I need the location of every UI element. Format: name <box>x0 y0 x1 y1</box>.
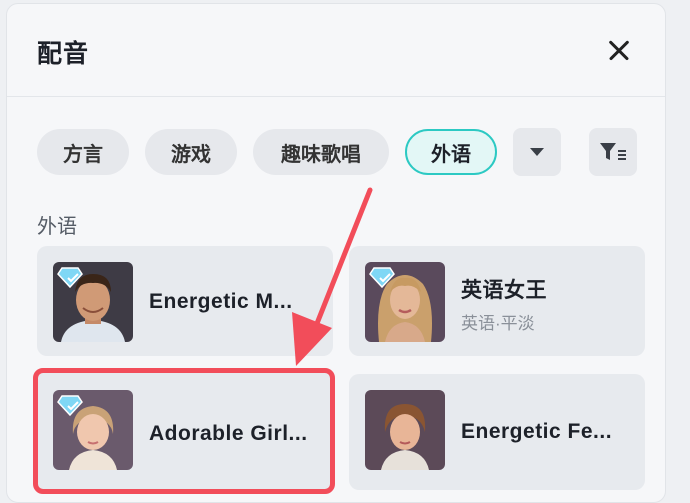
voice-card-adorable-girl[interactable]: Adorable Girl... <box>33 368 335 494</box>
voice-name: Energetic Fe... <box>461 420 613 443</box>
avatar <box>53 390 133 470</box>
voice-name: Energetic M... <box>149 290 293 313</box>
diamond-icon <box>57 267 83 288</box>
section-label: 外语 <box>37 216 77 238</box>
tab-foreign-language[interactable]: 外语 <box>405 129 497 175</box>
voice-subtitle: 英语·平淡 <box>461 314 535 333</box>
tab-game[interactable]: 游戏 <box>145 129 237 175</box>
voice-card-english-queen[interactable]: 英语女王 英语·平淡 <box>349 246 645 356</box>
voice-name: Adorable Girl... <box>149 422 308 445</box>
close-icon[interactable] <box>603 34 635 66</box>
voice-name: 英语女王 <box>461 279 547 302</box>
filter-button[interactable] <box>589 128 637 176</box>
voice-card-energetic-female[interactable]: Energetic Fe... <box>349 374 645 490</box>
diamond-icon <box>57 395 83 416</box>
filter-icon <box>600 143 626 160</box>
avatar <box>53 262 133 342</box>
tab-fun-singing[interactable]: 趣味歌唱 <box>253 129 389 175</box>
voice-dialog: 配音 方言 游戏 趣味歌唱 外语 外语 Energetic M... 英语女王 … <box>6 3 666 503</box>
avatar <box>365 390 445 470</box>
avatar <box>365 262 445 342</box>
caret-down-icon <box>530 148 544 156</box>
dialog-header: 配音 <box>7 4 665 97</box>
diamond-icon <box>369 267 395 288</box>
more-tabs-dropdown[interactable] <box>513 128 561 176</box>
dialog-title: 配音 <box>37 40 90 68</box>
tab-dialect[interactable]: 方言 <box>37 129 129 175</box>
voice-card-energetic-male[interactable]: Energetic M... <box>37 246 333 356</box>
